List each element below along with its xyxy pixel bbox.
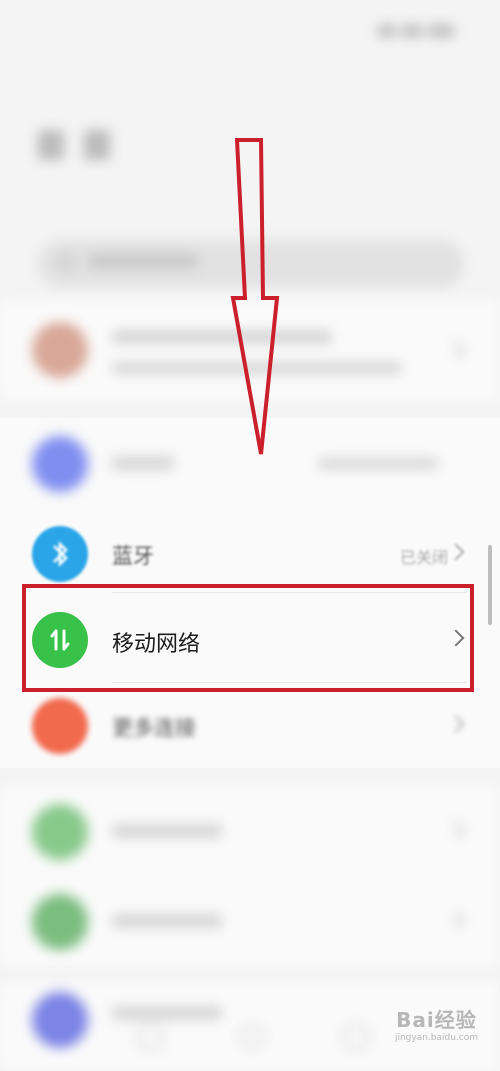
scrollbar[interactable] [488,545,492,625]
row-label-placeholder [112,914,222,928]
wlan-label-placeholder [112,456,174,470]
avatar [32,322,88,378]
account-title-placeholder [112,330,332,344]
display-card [0,786,500,966]
other-connections-label: 更多连接 [112,716,196,740]
bluetooth-status: 已关闭 [399,548,448,567]
chevron-right-icon [447,821,465,839]
watermark-text: Bai经验 [396,1008,477,1032]
annotation-arrow-icon [230,138,280,455]
wifi-icon [32,436,88,492]
watermark-url: jingyan.baidu.com [394,1033,478,1043]
settings-row[interactable] [0,786,500,876]
home-icon[interactable] [240,1025,264,1049]
settings-row-other-connections[interactable]: 更多连接 [0,680,500,770]
page-title [38,130,111,168]
chevron-right-icon [447,543,465,561]
chevron-right-icon [447,911,465,929]
bluetooth-label: 蓝牙 [112,544,154,568]
chevron-right-icon [447,715,465,733]
search-placeholder [88,254,198,272]
bluetooth-icon [32,526,88,582]
settings-row[interactable] [0,876,500,966]
recents-icon[interactable] [344,1025,368,1049]
back-icon[interactable] [138,1025,162,1049]
chevron-right-icon [447,341,465,359]
watermark: Bai经验 jingyan.baidu.com [395,1004,478,1043]
status-icons [372,20,472,37]
row-label-placeholder [112,824,222,838]
search-icon [58,254,74,270]
status-bar: ​ [0,0,500,60]
settings-icon [32,894,88,950]
link-icon [32,698,88,754]
annotation-highlight-box [22,584,474,692]
settings-icon [32,804,88,860]
wlan-value-placeholder [318,458,438,469]
